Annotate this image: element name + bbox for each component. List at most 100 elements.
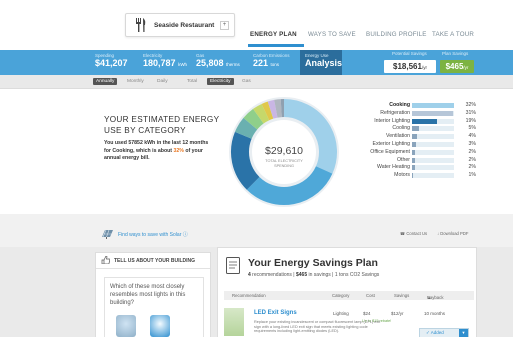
legend-bar-track — [412, 118, 454, 124]
legend-label: Exterior Lighting — [372, 140, 411, 147]
legend-label: Other — [397, 156, 410, 163]
savings-number: $465 — [445, 62, 464, 71]
nav-take-a-tour[interactable]: TAKE A TOUR — [432, 31, 474, 38]
donut-segment[interactable] — [234, 117, 258, 140]
thumb-icon — [101, 255, 111, 266]
legend-label: Ventilation — [386, 133, 410, 140]
plan-title: Your Energy Savings Plan — [248, 257, 378, 269]
metric-number: 180,787 — [143, 58, 176, 68]
legend-label: Office Equipment — [370, 148, 410, 155]
legend-bar-fill — [412, 110, 453, 116]
building-question: Which of these most closely resembles mo… — [110, 284, 186, 306]
tab-annually[interactable]: Annually — [93, 78, 118, 85]
added-button[interactable]: ✓ Added ▼ — [419, 328, 469, 337]
metric-value: 221 tons — [253, 58, 290, 68]
col-category[interactable]: Category — [332, 293, 349, 298]
legend-percent: 2% — [468, 164, 477, 171]
tab-monthly[interactable]: Monthly — [124, 78, 147, 85]
restaurant-selector[interactable]: Seaside Restaurant + — [125, 13, 235, 37]
nav-ways-to-save[interactable]: WAYS TO SAVE — [308, 31, 366, 38]
savings-unit: /yr — [463, 65, 469, 70]
metrics-bar: Spending $41,207 Electricity 180,787 kWh… — [0, 50, 513, 75]
legend-label: Interior Lighting — [374, 117, 410, 124]
solar-panel-icon — [100, 226, 114, 244]
legend-bar-fill — [412, 103, 454, 108]
metric-spending[interactable]: Spending $41,207 — [95, 53, 128, 68]
legend-bar-track — [412, 110, 454, 116]
period-fuel-tabs: Annually Monthly Daily Total Electricity… — [0, 75, 513, 89]
legend-label: Motors — [394, 172, 410, 179]
legend-bar-fill — [412, 165, 415, 171]
legend-bar-track — [412, 141, 454, 147]
legend-bar-fill — [412, 157, 415, 163]
tab-daily[interactable]: Daily — [154, 78, 171, 85]
tab-total[interactable]: Total — [184, 78, 200, 85]
legend-bar-track — [412, 103, 454, 108]
recommendation-title[interactable]: LED Exit Signs — [254, 310, 297, 316]
legend-percent: 5% — [468, 125, 477, 132]
col-recommendation[interactable]: Recommendation — [232, 293, 266, 298]
metric-analysis[interactable]: Energy Use Analysis — [300, 50, 342, 75]
download-pdf-link[interactable]: ↓ Download PDF — [437, 231, 468, 236]
category-donut-chart[interactable]: $29,610 TOTAL ELECTRICITY SPENDING — [228, 96, 340, 208]
legend-percent: 1% — [468, 172, 477, 179]
donut-segment[interactable] — [274, 99, 282, 118]
solar-strip: Find ways to save with Solar ⓘ ☎ Contact… — [0, 214, 513, 247]
col-savings[interactable]: Savings — [394, 293, 409, 298]
legend-bar-track — [412, 149, 454, 155]
legend-label: Refrigeration — [380, 109, 410, 116]
savings-unit: /yr — [421, 65, 427, 70]
plan-co2: 1 tons CO2 Savings — [334, 272, 380, 278]
metric-value: $41,207 — [95, 58, 128, 68]
donut-segment[interactable] — [261, 101, 274, 121]
nav-building-profile[interactable]: BUILDING PROFILE — [366, 31, 432, 38]
metric-gas[interactable]: Gas 25,808 therms — [196, 53, 240, 68]
savings-plan-card: Your Energy Savings Plan 4 recommendatio… — [217, 247, 477, 337]
metric-number: 221 — [253, 58, 269, 68]
plan-savings-value[interactable]: $465/yr — [440, 60, 474, 73]
donut-segment[interactable] — [267, 99, 278, 119]
dropdown-icon[interactable]: + — [220, 21, 229, 30]
col-cost[interactable]: Cost — [366, 293, 375, 298]
download-icon: ↓ — [437, 231, 440, 236]
donut-segment[interactable] — [243, 108, 264, 130]
document-icon — [226, 257, 240, 279]
nav-energy-plan[interactable]: ENERGY PLAN — [250, 31, 308, 38]
metric-potential-savings-label: Potential Savings — [392, 51, 427, 56]
metric-value: 180,787 kWh — [143, 58, 187, 68]
fork-knife-icon — [132, 16, 150, 34]
chevron-down-icon[interactable]: ▼ — [459, 329, 468, 337]
donut-label-2: SPENDING — [274, 164, 294, 168]
metric-carbon[interactable]: Carbon Emissions 221 tons — [253, 53, 290, 68]
plan-savings-text: in savings — [308, 272, 331, 278]
contact-us-link[interactable]: ☎ Contact Us — [400, 231, 427, 236]
solar-link-text: Find ways to save with Solar — [118, 232, 182, 238]
legend-label: Cooking — [389, 102, 410, 108]
donut-total: $29,610 — [265, 145, 303, 157]
legend-percent: 2% — [468, 156, 477, 163]
solar-link[interactable]: Find ways to save with Solar ⓘ — [118, 231, 188, 238]
restaurant-name: Seaside Restaurant — [154, 21, 215, 29]
recommendation-category: Lighting — [333, 311, 349, 316]
tab-gas[interactable]: Gas — [239, 78, 254, 85]
legend-bar-track — [412, 165, 454, 171]
phone-icon: ☎ — [400, 231, 406, 236]
legend-label: Cooling — [392, 125, 410, 132]
bottom-section: TELL US ABOUT YOUR BUILDING Which of the… — [0, 247, 513, 337]
legend-bar-track — [412, 157, 454, 163]
light-option-cfl[interactable] — [116, 315, 136, 337]
legend-percent: 4% — [468, 133, 477, 140]
plan-count-text: recommendations — [252, 272, 292, 278]
donut-segment[interactable] — [253, 103, 270, 124]
category-title: YOUR ESTIMATED ENERGY USE BY CATEGORY — [104, 114, 219, 136]
legend-bar-track — [412, 173, 454, 179]
potential-savings-value[interactable]: $18,561/yr — [384, 60, 436, 73]
metric-value: Analysis — [305, 58, 343, 68]
legend-percent: 31% — [465, 109, 476, 116]
tab-electricity[interactable]: Electricity — [207, 78, 234, 85]
plan-count: 4 — [248, 272, 251, 278]
light-option-bulb[interactable] — [150, 315, 170, 337]
metric-label: Plan Savings — [442, 51, 469, 56]
app-header: Seaside Restaurant + ENERGY PLAN WAYS TO… — [0, 0, 513, 50]
metric-electricity[interactable]: Electricity 180,787 kWh — [143, 53, 187, 68]
